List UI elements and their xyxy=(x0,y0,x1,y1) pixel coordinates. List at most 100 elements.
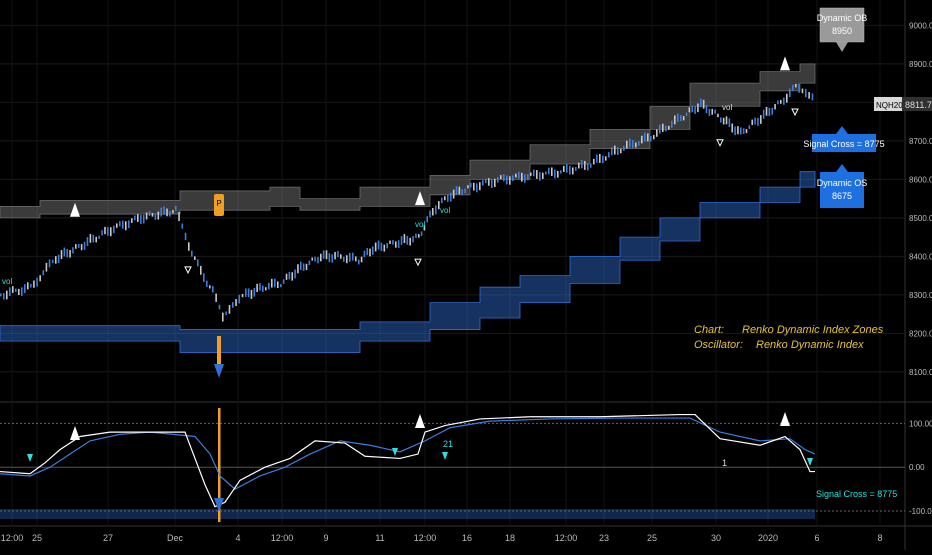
price-candle xyxy=(328,253,331,263)
price-candle xyxy=(450,192,452,202)
price-candle xyxy=(551,167,553,177)
price-candle xyxy=(734,126,736,136)
price-candle xyxy=(122,220,124,229)
price-candle xyxy=(406,235,409,245)
price-candle xyxy=(181,223,184,229)
price-candle xyxy=(116,223,118,228)
price-candle xyxy=(360,256,363,263)
time-tick-label: 6 xyxy=(814,533,819,543)
price-candle xyxy=(262,285,264,292)
price-candle xyxy=(265,287,267,291)
price-candle xyxy=(322,250,325,259)
price-candle xyxy=(720,117,722,123)
price-candle xyxy=(366,247,368,256)
price-candle xyxy=(400,236,403,245)
p-marker-label: P xyxy=(216,199,221,208)
vol-marker-3: vol xyxy=(415,220,425,229)
price-candle xyxy=(300,261,302,271)
price-candle xyxy=(563,165,565,172)
price-candle xyxy=(482,180,484,186)
price-candle xyxy=(72,247,74,254)
chart-canvas[interactable]: 9000.008900.008800.008700.008600.008500.… xyxy=(0,0,932,550)
price-candle xyxy=(795,83,797,88)
dynamic-os-label: Dynamic OS xyxy=(817,178,868,188)
price-candle xyxy=(131,218,133,223)
price-candle xyxy=(215,293,217,302)
price-candle xyxy=(346,255,348,264)
price-candle xyxy=(740,127,742,135)
price-candle xyxy=(358,259,360,265)
price-candle xyxy=(288,271,291,280)
price-candle xyxy=(783,97,785,105)
trading-chart[interactable]: 9000.008900.008800.008700.008600.008500.… xyxy=(0,0,932,550)
price-candle xyxy=(113,225,115,234)
price-candle xyxy=(163,206,165,216)
price-candle xyxy=(760,115,762,124)
price-candle xyxy=(694,106,696,114)
price-candle xyxy=(691,105,694,113)
price-candle xyxy=(611,147,613,156)
osc-marker-1: 1 xyxy=(722,458,727,468)
price-candle xyxy=(671,120,673,128)
price-candle xyxy=(665,125,667,132)
price-candle xyxy=(377,240,380,250)
price-candle xyxy=(157,211,160,220)
price-candle xyxy=(581,159,583,169)
price-candle xyxy=(638,140,640,146)
price-candle xyxy=(175,205,177,211)
price-candle xyxy=(745,129,748,134)
price-tick-label: 8700.00 xyxy=(909,137,932,146)
price-candle xyxy=(476,183,478,193)
price-candle xyxy=(355,256,357,262)
price-candle xyxy=(728,118,731,128)
price-candle xyxy=(473,182,475,191)
price-candle xyxy=(21,287,23,296)
price-candle xyxy=(317,257,319,264)
price-candle xyxy=(467,185,469,189)
price-tick-label: 8300.00 xyxy=(909,291,932,300)
price-candle xyxy=(641,135,643,144)
price-candle xyxy=(383,244,386,252)
price-candle xyxy=(751,119,754,125)
time-tick-label: 18 xyxy=(505,533,515,543)
price-candle xyxy=(415,233,417,239)
price-candle xyxy=(605,156,607,161)
price-candle xyxy=(518,171,520,179)
price-candle xyxy=(0,293,2,297)
price-candle xyxy=(39,275,41,282)
price-candle xyxy=(623,145,625,151)
annotation-line2-value: Renko Dynamic Index xyxy=(756,339,864,351)
price-candle xyxy=(412,236,414,243)
price-candle xyxy=(494,178,496,187)
price-candle xyxy=(403,234,406,244)
price-candle xyxy=(500,175,502,180)
price-candle xyxy=(9,287,11,297)
price-candle xyxy=(548,167,550,175)
price-candle xyxy=(590,163,592,168)
price-candle xyxy=(247,288,250,298)
price-candle xyxy=(191,250,193,257)
price-candle xyxy=(479,182,481,191)
price-candle xyxy=(786,93,788,103)
price-candle xyxy=(777,100,779,105)
price-candle xyxy=(717,113,719,118)
price-candle xyxy=(452,189,455,199)
price-candle xyxy=(527,174,529,181)
price-candle xyxy=(441,197,443,204)
price-candle xyxy=(647,133,649,142)
price-candle xyxy=(3,293,5,300)
price-candle xyxy=(334,251,336,260)
price-candle xyxy=(533,169,535,177)
price-candle xyxy=(470,182,472,188)
price-candle xyxy=(596,154,598,163)
price-candle xyxy=(256,283,258,293)
price-candle xyxy=(75,244,77,249)
price-candle xyxy=(206,280,208,287)
price-candle xyxy=(725,116,728,125)
price-tick-label: 8500.00 xyxy=(909,214,932,223)
price-candle xyxy=(512,175,514,182)
price-candle xyxy=(656,129,658,137)
price-candle xyxy=(397,240,400,248)
price-candle xyxy=(608,152,610,158)
price-candle xyxy=(209,285,211,289)
